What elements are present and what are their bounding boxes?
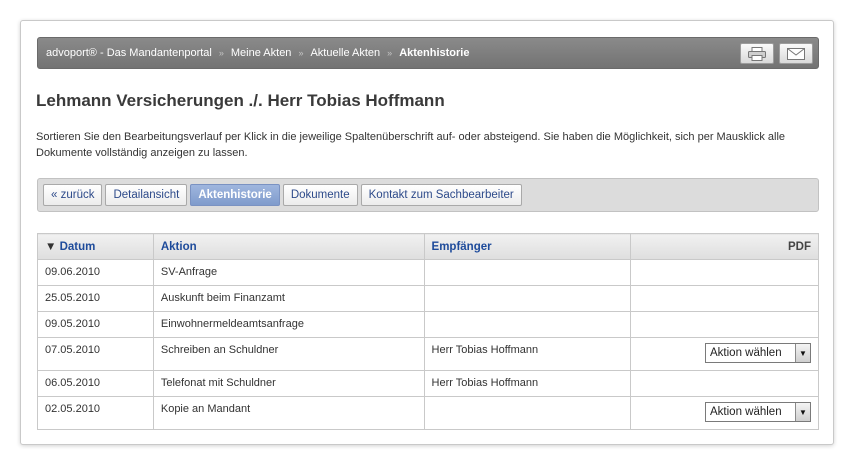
tab-kontakt[interactable]: Kontakt zum Sachbearbeiter [360, 184, 522, 206]
breadcrumb: advoport® - Das Mandantenportal » Meine … [37, 37, 819, 69]
breadcrumb-separator: » [298, 48, 304, 58]
cell-date: 06.05.2010 [37, 370, 154, 397]
table-header-row: ▼ Datum Aktion Empfänger PDF [37, 233, 819, 260]
table-row: 09.06.2010 SV-Anfrage [37, 259, 819, 286]
cell-pdf [630, 370, 819, 397]
table-row: 07.05.2010 Schreiben an Schuldner Herr T… [37, 337, 819, 371]
cell-pdf: Aktion wählen ▼ [630, 396, 819, 430]
column-header-date-label: Datum [59, 240, 96, 253]
column-header-pdf: PDF [630, 233, 819, 260]
action-select-value: Aktion wählen [710, 406, 782, 418]
cell-date: 25.05.2010 [37, 285, 154, 312]
action-select-value: Aktion wählen [710, 347, 782, 359]
cell-action: SV-Anfrage [152, 259, 425, 286]
tab-dokumente[interactable]: Dokumente [282, 184, 358, 206]
breadcrumb-item-portal[interactable]: advoport® - Das Mandantenportal [46, 47, 212, 59]
breadcrumb-item-meine-akten[interactable]: Meine Akten [231, 47, 292, 59]
cell-pdf [630, 285, 819, 312]
cell-recipient: Herr Tobias Hoffmann [423, 370, 632, 397]
tab-detailansicht[interactable]: Detailansicht [105, 184, 188, 206]
table-row: 25.05.2010 Auskunft beim Finanzamt [37, 285, 819, 312]
cell-recipient [423, 259, 632, 286]
cell-recipient [423, 285, 632, 312]
dropdown-arrow-icon: ▼ [795, 344, 810, 362]
column-header-date[interactable]: ▼ Datum [37, 233, 154, 260]
cell-date: 09.06.2010 [37, 259, 154, 286]
main-panel: advoport® - Das Mandantenportal » Meine … [20, 20, 834, 445]
cell-action: Einwohnermeldeamtsanfrage [152, 311, 425, 338]
cell-action: Telefonat mit Schuldner [152, 370, 425, 397]
cell-pdf [630, 259, 819, 286]
cell-recipient: Herr Tobias Hoffmann [423, 337, 632, 371]
action-select[interactable]: Aktion wählen ▼ [705, 343, 811, 363]
cell-date: 07.05.2010 [37, 337, 154, 371]
breadcrumb-item-aktuelle-akten[interactable]: Aktuelle Akten [310, 47, 380, 59]
cell-date: 09.05.2010 [37, 311, 154, 338]
cell-recipient [423, 396, 632, 430]
breadcrumb-item-current: Aktenhistorie [399, 47, 470, 59]
intro-text: Sortieren Sie den Bearbeitungsverlauf pe… [36, 131, 786, 159]
history-table: ▼ Datum Aktion Empfänger PDF 09.06.2010 … [37, 233, 819, 430]
breadcrumb-separator: » [218, 48, 224, 58]
tab-bar: « zurück Detailansicht Aktenhistorie Dok… [37, 178, 819, 212]
mail-button[interactable] [779, 43, 813, 64]
print-button[interactable] [740, 43, 774, 64]
sort-desc-icon: ▼ [45, 240, 57, 253]
page-title: Lehmann Versicherungen ./. Herr Tobias H… [36, 91, 445, 110]
cell-action: Kopie an Mandant [152, 396, 425, 430]
action-select[interactable]: Aktion wählen ▼ [705, 402, 811, 422]
cell-pdf: Aktion wählen ▼ [630, 337, 819, 371]
cell-action: Schreiben an Schuldner [152, 337, 425, 371]
table-row: 02.05.2010 Kopie an Mandant Aktion wähle… [37, 396, 819, 430]
column-header-action[interactable]: Aktion [152, 233, 425, 260]
column-header-recipient[interactable]: Empfänger [423, 233, 632, 260]
breadcrumb-separator: » [387, 48, 393, 58]
tab-back[interactable]: « zurück [43, 184, 103, 206]
mail-icon [787, 47, 805, 60]
printer-icon [748, 46, 766, 61]
tab-aktenhistorie[interactable]: Aktenhistorie [190, 184, 280, 206]
dropdown-arrow-icon: ▼ [795, 403, 810, 421]
cell-date: 02.05.2010 [37, 396, 154, 430]
cell-action: Auskunft beim Finanzamt [152, 285, 425, 312]
cell-pdf [630, 311, 819, 338]
cell-recipient [423, 311, 632, 338]
table-row: 06.05.2010 Telefonat mit Schuldner Herr … [37, 370, 819, 397]
table-row: 09.05.2010 Einwohnermeldeamtsanfrage [37, 311, 819, 338]
